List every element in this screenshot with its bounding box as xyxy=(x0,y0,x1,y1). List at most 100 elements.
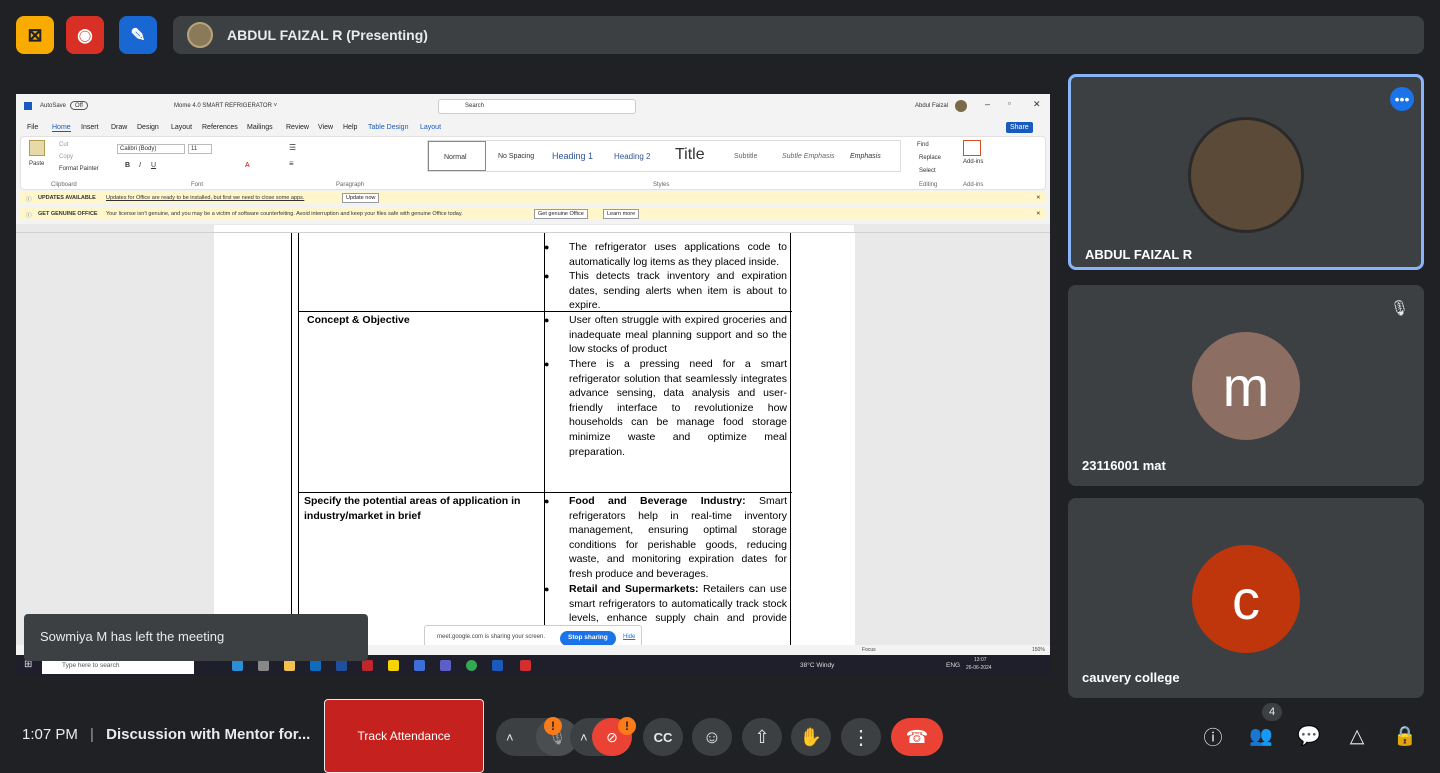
chrome-icon[interactable] xyxy=(466,660,477,671)
emoji-icon[interactable]: ☺ xyxy=(692,718,732,756)
ribbon-tabs: File Home Insert Draw Design Layout Refe… xyxy=(16,120,1050,136)
font-size-select[interactable]: 11 xyxy=(188,144,212,154)
word-icon[interactable] xyxy=(492,660,503,671)
whiteboard-icon[interactable]: ✎ xyxy=(119,16,157,54)
tab-view[interactable]: View xyxy=(318,124,333,131)
more-options-icon[interactable]: ⋮ xyxy=(841,718,881,756)
host-controls-icon[interactable]: 🔒 xyxy=(1392,723,1418,749)
present-screen-icon[interactable]: ⇧ xyxy=(742,718,782,756)
addins-button[interactable]: Add-ins xyxy=(963,159,983,165)
teams-icon[interactable] xyxy=(440,660,451,671)
style-heading-2[interactable]: Heading 2 xyxy=(614,152,650,161)
share-button[interactable]: Share xyxy=(1006,122,1033,133)
addins-group-label: Add-ins xyxy=(963,182,984,188)
align-left-icon[interactable]: ≡ xyxy=(289,159,294,168)
update-now-button[interactable]: Update now xyxy=(342,193,380,203)
close-notice-icon[interactable]: ✕ xyxy=(1036,195,1041,201)
pdf-icon[interactable] xyxy=(520,660,531,671)
mcafee-icon[interactable] xyxy=(362,660,373,671)
chevron-up-icon[interactable]: ˄ xyxy=(580,730,588,745)
more-options-icon[interactable]: ••• xyxy=(1390,87,1414,111)
bullets-icon[interactable]: ☰ xyxy=(289,143,296,152)
style-subtle-emphasis[interactable]: Subtle Emphasis xyxy=(782,153,835,160)
edge-icon[interactable] xyxy=(232,660,243,671)
clipboard-group-label: Clipboard xyxy=(51,182,77,188)
captions-icon[interactable]: CC xyxy=(643,718,683,756)
doc-title[interactable]: Mome 4.0 SMART REFRIGERATOR ˅ xyxy=(174,103,277,109)
format-painter-button[interactable]: Format Painter xyxy=(59,166,99,172)
activities-icon[interactable]: △ xyxy=(1344,723,1370,749)
bold-icon[interactable]: B xyxy=(125,162,130,169)
tab-references[interactable]: References xyxy=(202,124,238,131)
weather-text[interactable]: 38°C Windy xyxy=(800,662,834,669)
tab-layout[interactable]: Layout xyxy=(171,124,192,131)
cut-button[interactable]: Cut xyxy=(59,142,68,148)
tab-mailings[interactable]: Mailings xyxy=(247,124,273,131)
participant-tile[interactable]: ••• ABDUL FAIZAL R xyxy=(1068,74,1424,270)
meeting-details-icon[interactable]: ⓘ xyxy=(1200,723,1226,749)
select-button[interactable]: Select xyxy=(919,168,936,174)
learn-more-button[interactable]: Learn more xyxy=(603,209,640,219)
tab-table-design[interactable]: Table Design xyxy=(368,124,408,131)
record-icon[interactable]: ◉ xyxy=(66,16,104,54)
raise-hand-icon[interactable]: ✋ xyxy=(791,718,831,756)
get-genuine-button[interactable]: Get genuine Office xyxy=(534,209,588,219)
track-attendance-button[interactable]: Track Attendance xyxy=(324,699,484,773)
close-notice-icon[interactable]: ✕ xyxy=(1036,211,1041,217)
app-c-icon[interactable] xyxy=(414,660,425,671)
replace-button[interactable]: Replace xyxy=(919,155,941,161)
style-emphasis[interactable]: Emphasis xyxy=(850,153,881,160)
clock-date[interactable]: 26-06-2024 xyxy=(966,665,992,671)
clock-time[interactable]: 13:07 xyxy=(974,657,987,663)
find-button[interactable]: Find xyxy=(917,142,929,148)
tab-file[interactable]: File xyxy=(27,124,38,131)
focus-label[interactable]: Focus xyxy=(862,647,876,653)
tab-help[interactable]: Help xyxy=(343,124,357,131)
sticky-notes-icon[interactable] xyxy=(388,660,399,671)
tab-draw[interactable]: Draw xyxy=(111,124,127,131)
style-no-spacing[interactable]: No Spacing xyxy=(498,153,534,160)
hide-link[interactable]: Hide xyxy=(623,634,635,640)
word-search-input[interactable]: Search xyxy=(438,99,636,114)
tab-review[interactable]: Review xyxy=(286,124,309,131)
participant-tile[interactable]: c cauvery college xyxy=(1068,498,1424,698)
zoom-label[interactable]: 150% xyxy=(1032,647,1045,653)
stop-sharing-button[interactable]: Stop sharing xyxy=(560,631,616,646)
camera-warning-badge: ! xyxy=(618,717,636,735)
copy-button[interactable]: Copy xyxy=(59,154,73,160)
addins-icon[interactable] xyxy=(963,140,981,156)
folder-icon[interactable] xyxy=(284,660,295,671)
tab-home[interactable]: Home xyxy=(52,124,71,132)
autosave-toggle[interactable]: Off xyxy=(70,101,88,110)
italic-icon[interactable]: I xyxy=(139,162,141,169)
maximize-icon[interactable]: ▫ xyxy=(1008,99,1011,108)
style-heading-1[interactable]: Heading 1 xyxy=(552,151,593,161)
language-text[interactable]: ENG xyxy=(946,662,960,669)
end-call-icon[interactable]: ☎ xyxy=(891,718,943,756)
font-color-icon[interactable]: A xyxy=(245,162,250,169)
avatar xyxy=(1188,117,1304,233)
screen-share-off-icon[interactable]: ⊠ xyxy=(16,16,54,54)
tab-insert[interactable]: Insert xyxy=(81,124,99,131)
underline-icon[interactable]: U xyxy=(151,162,156,169)
font-name-select[interactable]: Calibri (Body) xyxy=(117,144,185,154)
close-icon[interactable]: ✕ xyxy=(1033,99,1041,110)
paste-icon[interactable] xyxy=(29,140,45,156)
styles-gallery[interactable]: Normal No Spacing Heading 1 Heading 2 Ti… xyxy=(427,140,901,172)
paste-label[interactable]: Paste xyxy=(29,161,44,167)
style-normal[interactable]: Normal xyxy=(428,141,486,171)
participant-tile[interactable]: 🎙 m 23116001 mat xyxy=(1068,285,1424,486)
mic-control[interactable]: ˄ 🎙 xyxy=(496,718,578,756)
tab-table-layout[interactable]: Layout xyxy=(420,124,441,131)
tab-design[interactable]: Design xyxy=(137,124,159,131)
presenter-bar: ABDUL FAIZAL R (Presenting) xyxy=(173,16,1424,54)
app-l-icon[interactable] xyxy=(336,660,347,671)
style-title[interactable]: Title xyxy=(675,146,705,164)
people-icon[interactable]: 👥 xyxy=(1248,723,1274,749)
chevron-up-icon[interactable]: ˄ xyxy=(506,730,514,745)
mail-icon[interactable] xyxy=(310,660,321,671)
chat-icon[interactable]: 💬 xyxy=(1296,723,1322,749)
minimize-icon[interactable]: – xyxy=(985,99,990,109)
style-subtitle[interactable]: Subtitle xyxy=(734,153,757,160)
app-icon[interactable] xyxy=(258,660,269,671)
